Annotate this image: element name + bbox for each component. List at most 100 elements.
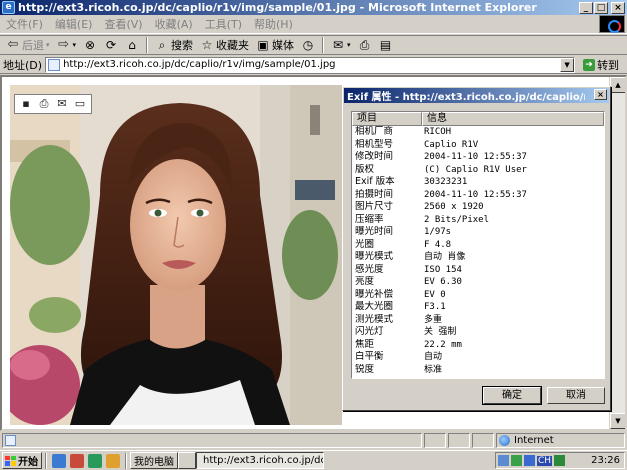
task-ie-label: http://ext3.ricoh.co.jp/dc/...	[203, 455, 324, 466]
refresh-button[interactable]: ⟳	[102, 36, 120, 54]
exif-row[interactable]: 曝光模式 自动 肖像	[352, 251, 604, 264]
address-input[interactable]: http://ext3.ricoh.co.jp/dc/caplio/r1v/im…	[45, 56, 576, 73]
favorites-button[interactable]: ☆ 收藏夹	[198, 36, 251, 54]
back-label: 后退	[22, 39, 44, 52]
forward-button[interactable]: ⇨ ▾	[55, 36, 79, 54]
exif-row[interactable]: 版权 (C) Caplio R1V User	[352, 164, 604, 177]
favorites-label: 收藏夹	[216, 39, 250, 52]
mail-image-icon[interactable]: ✉	[55, 97, 69, 111]
page-icon	[48, 58, 61, 71]
save-image-icon[interactable]: ▪	[19, 97, 33, 111]
cancel-button[interactable]: 取消	[547, 387, 605, 404]
print-image-icon[interactable]: ⎙	[37, 97, 51, 111]
exif-row[interactable]: 相机型号 Caplio R1V	[352, 139, 604, 152]
column-header-info[interactable]: 信息	[422, 112, 604, 126]
menu-file[interactable]: 文件(F)	[0, 16, 49, 32]
exif-row[interactable]: 相机厂商 RICOH	[352, 126, 604, 139]
dialog-close-button[interactable]: ×	[594, 89, 607, 100]
menu-help[interactable]: 帮助(H)	[248, 16, 299, 32]
ime-icon[interactable]	[524, 455, 535, 466]
ok-button[interactable]: 确定	[482, 386, 542, 405]
ie-quicklaunch-icon[interactable]	[52, 453, 66, 468]
address-dropdown-button[interactable]: ▼	[560, 57, 575, 72]
menu-favorites[interactable]: 收藏(A)	[149, 16, 199, 32]
tray-app-icon[interactable]	[554, 455, 566, 466]
history-icon: ◷	[302, 38, 314, 52]
close-button[interactable]: ×	[611, 1, 625, 14]
history-button[interactable]: ◷	[299, 36, 317, 54]
exif-value: 2 Bits/Pixel	[424, 214, 490, 225]
task-ie-window[interactable]: http://ext3.ricoh.co.jp/dc/...	[196, 452, 324, 469]
exif-row[interactable]: 拍摄时间 2004-11-10 12:55:37	[352, 189, 604, 202]
exif-value: 关 强制	[424, 327, 457, 337]
scroll-down-button[interactable]: ▼	[610, 413, 625, 429]
ie-app-icon[interactable]: e	[2, 1, 15, 14]
mail-button[interactable]: ✉ ▾	[329, 36, 353, 54]
vertical-scrollbar[interactable]: ▲ ▼	[609, 77, 625, 429]
exif-row[interactable]: 白平衡 自动	[352, 351, 604, 364]
menu-view[interactable]: 查看(V)	[98, 16, 148, 32]
exif-value: F 4.8	[424, 239, 452, 250]
menu-tools[interactable]: 工具(T)	[199, 16, 248, 32]
exif-row[interactable]: 图片尺寸 2560 x 1920	[352, 201, 604, 214]
sample-photo[interactable]: sde	[10, 85, 342, 425]
start-button[interactable]: 开始	[2, 452, 42, 469]
exif-row[interactable]: 修改时间 2004-11-10 12:55:37	[352, 151, 604, 164]
exif-row[interactable]: 亮度 EV 6.30	[352, 276, 604, 289]
task-extra[interactable]	[178, 452, 196, 469]
desktop-quicklaunch-icon[interactable]	[88, 453, 102, 468]
security-zone: Internet	[496, 433, 625, 448]
volume-icon[interactable]	[498, 455, 509, 466]
refresh-icon: ⟳	[106, 38, 117, 52]
exif-row[interactable]: 压缩率 2 Bits/Pixel	[352, 214, 604, 227]
taskbar: 开始 我的电脑 http://ext3.ricoh.co.jp/dc/... C…	[0, 450, 627, 470]
print-button[interactable]: ⎙	[356, 36, 374, 54]
start-label: 开始	[18, 457, 38, 468]
go-button[interactable]: ➜ 转到	[583, 57, 619, 73]
menu-edit[interactable]: 编辑(E)	[49, 16, 99, 32]
exif-properties-dialog: Exif 属性 - http://ext3.ricoh.co.jp/dc/cap…	[342, 86, 611, 411]
exif-value: ISO 154	[424, 264, 462, 275]
exif-row[interactable]: 测光模式 多重	[352, 314, 604, 327]
back-button[interactable]: ⇦ 后退 ▾	[4, 36, 52, 54]
title-bar: e http://ext3.ricoh.co.jp/dc/caplio/r1v/…	[0, 0, 627, 15]
media-label: 媒体	[272, 39, 295, 52]
column-header-item[interactable]: 项目	[352, 112, 422, 126]
edit-button[interactable]: ▤	[377, 36, 395, 54]
exif-row[interactable]: 光圈 F 4.8	[352, 239, 604, 252]
exif-key: 测光模式	[355, 313, 394, 325]
search-button[interactable]: ⌕ 搜索	[153, 36, 195, 54]
favorites-icon: ☆	[201, 38, 213, 52]
list-header: 项目 信息	[352, 112, 604, 126]
exif-row[interactable]: 感光度 ISO 154	[352, 264, 604, 277]
maximize-button[interactable]: □	[594, 1, 608, 14]
menu-bar: 文件(F) 编辑(E) 查看(V) 收藏(A) 工具(T) 帮助(H)	[0, 15, 627, 34]
exif-key: 曝光时间	[355, 226, 394, 237]
stop-button[interactable]: ⊗	[81, 36, 99, 54]
ie-logo-icon	[599, 15, 625, 33]
dropdown-arrow-icon: ▾	[46, 41, 50, 49]
image-toolbar: ▪ ⎙ ✉ ▭	[14, 94, 92, 114]
media-quicklaunch-icon[interactable]	[106, 453, 120, 468]
outlook-quicklaunch-icon[interactable]	[70, 453, 84, 468]
exif-row[interactable]: 焦距 22.2 mm	[352, 339, 604, 352]
status-bar: Internet	[0, 432, 627, 449]
exif-row[interactable]: 最大光圈 F3.1	[352, 301, 604, 314]
scroll-up-button[interactable]: ▲	[610, 77, 625, 93]
exif-row[interactable]: Exif 版本 30323231	[352, 176, 604, 189]
home-button[interactable]: ⌂	[123, 36, 141, 54]
go-arrow-icon: ➜	[583, 58, 596, 71]
exif-row[interactable]: 曝光时间 1/97s	[352, 226, 604, 239]
input-lang-indicator[interactable]: CH	[537, 455, 553, 466]
exif-key: 版权	[355, 163, 375, 175]
exif-row[interactable]: 锐度 标准	[352, 364, 604, 377]
taskbar-separator	[125, 452, 127, 469]
media-button[interactable]: ▣ 媒体	[254, 36, 296, 54]
exif-row[interactable]: 曝光补偿 EV 0	[352, 289, 604, 302]
minimize-button[interactable]: _	[579, 1, 593, 14]
network-icon[interactable]	[511, 455, 522, 466]
open-folder-icon[interactable]: ▭	[73, 97, 87, 111]
exif-row[interactable]: 闪光灯 关 强制	[352, 326, 604, 339]
task-my-computer[interactable]: 我的电脑	[130, 452, 178, 469]
home-icon: ⌂	[128, 38, 136, 52]
